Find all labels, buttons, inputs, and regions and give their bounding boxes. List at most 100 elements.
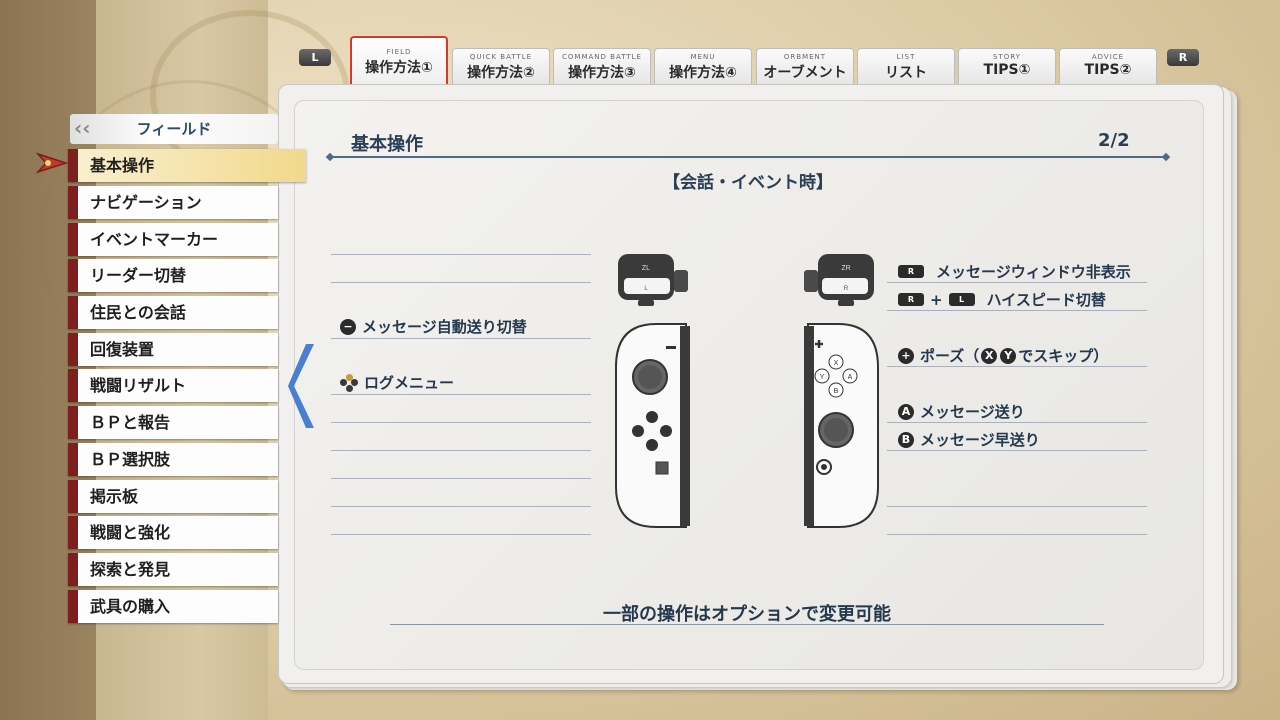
tab-label: 操作方法③ — [568, 65, 636, 81]
control-label: ポーズ（ — [920, 347, 980, 365]
row-divider — [331, 478, 591, 479]
tab-list[interactable]: LIST リスト — [857, 48, 955, 88]
tab-sub-label: ADVICE — [1091, 53, 1125, 61]
control-label: メッセージ早送り — [920, 431, 1040, 449]
control-label: メッセージ自動送り切替 — [362, 318, 527, 336]
r-button-icon: R — [898, 265, 924, 278]
control-row-r-l: R + L ハイスピード切替 — [898, 289, 1106, 310]
r-label: R — [844, 286, 849, 292]
right-joycon-icon: X Y A B — [804, 323, 879, 528]
left-joycon-icon — [615, 323, 690, 528]
a-button-icon: A — [898, 403, 914, 420]
sidebar-item-bp-report[interactable]: ＢＰと報告 — [68, 406, 278, 439]
tab-sub-label: ORBMENT — [783, 53, 827, 61]
row-divider — [887, 282, 1147, 283]
row-divider — [331, 422, 591, 423]
row-divider — [887, 506, 1147, 507]
tab-story[interactable]: STORY TIPS① — [958, 48, 1056, 88]
l-button-icon: L — [948, 293, 975, 306]
y-label: Y — [820, 374, 825, 381]
tab-label: 操作方法① — [365, 60, 433, 76]
row-divider — [331, 506, 591, 507]
sidebar-item-battle-result[interactable]: 戦闘リザルト — [68, 369, 278, 402]
control-row-b: B メッセージ早送り — [898, 429, 1040, 450]
tab-command-battle[interactable]: COMMAND BATTLE 操作方法③ — [553, 48, 651, 88]
sidebar-item-resident-talk[interactable]: 住民との会話 — [68, 296, 278, 329]
sidebar-item-event-marker[interactable]: イベントマーカー — [68, 223, 278, 256]
tab-advice[interactable]: ADVICE TIPS② — [1059, 48, 1157, 88]
zr-label: ZR — [841, 265, 850, 272]
tab-quick-battle[interactable]: QUICK BATTLE 操作方法② — [452, 48, 550, 88]
tab-label: オーブメント — [763, 65, 847, 81]
control-row-plus: + ポーズ（ X Y でスキップ） — [898, 345, 1108, 366]
row-divider — [887, 534, 1147, 535]
tab-label: TIPS① — [983, 62, 1031, 78]
plus-joiner: + — [930, 290, 943, 309]
row-divider — [331, 338, 591, 339]
row-divider — [887, 422, 1147, 423]
tab-sub-label: MENU — [690, 53, 716, 61]
row-divider — [331, 450, 591, 451]
tab-sub-label: STORY — [993, 53, 1021, 61]
row-divider — [331, 282, 591, 283]
sidebar-item-leader-switch[interactable]: リーダー切替 — [68, 259, 278, 292]
control-row-minus: − メッセージ自動送り切替 — [340, 316, 527, 337]
y-button-icon: Y — [1000, 347, 1017, 364]
tab-sub-label: LIST — [896, 53, 916, 61]
a-label: A — [848, 374, 853, 381]
tab-label: 操作方法② — [467, 65, 535, 81]
tab-sub-label: QUICK BATTLE — [469, 53, 533, 61]
row-divider — [331, 394, 591, 395]
page-back-chevron-icon[interactable] — [288, 342, 316, 430]
page-title: 基本操作 — [351, 134, 423, 155]
tab-label: 操作方法④ — [669, 65, 737, 81]
row-divider — [331, 254, 591, 255]
footer-divider — [390, 624, 1104, 625]
control-label: メッセージ送り — [920, 403, 1025, 421]
sidebar-header: フィールド — [70, 114, 278, 144]
sidebar-item-bulletin-board[interactable]: 掲示板 — [68, 480, 278, 513]
r-shoulder-button[interactable]: R — [1167, 49, 1199, 66]
plus-button-icon: + — [898, 347, 914, 364]
title-divider — [330, 156, 1166, 158]
dpad-icon — [340, 373, 358, 392]
control-label: ハイスピード切替 — [986, 291, 1106, 309]
x-button-icon: X — [981, 347, 998, 364]
right-joycon-shoulder-icon: ZR R — [804, 254, 874, 306]
selection-cursor-icon — [36, 152, 68, 174]
control-row-a: A メッセージ送り — [898, 401, 1025, 422]
footer-note: 一部の操作はオプションで変更可能 — [603, 604, 891, 625]
tab-menu[interactable]: MENU 操作方法④ — [654, 48, 752, 88]
control-label: ログメニュー — [364, 374, 455, 392]
row-divider — [887, 450, 1147, 451]
r-button-icon: R — [898, 293, 924, 306]
page-number: 2/2 — [1098, 130, 1130, 151]
sidebar-item-buy-gear[interactable]: 武具の購入 — [68, 590, 278, 623]
sidebar-item-basic-controls[interactable]: 基本操作 — [68, 149, 306, 182]
sidebar-item-navigation[interactable]: ナビゲーション — [68, 186, 278, 219]
row-divider — [887, 310, 1147, 311]
zl-label: ZL — [642, 265, 650, 272]
b-button-icon: B — [898, 431, 914, 448]
tab-label: TIPS② — [1084, 62, 1132, 78]
control-row-dpad: ログメニュー — [340, 372, 454, 393]
chevron-left-icon: ‹‹ — [74, 116, 91, 140]
tab-sub-label: COMMAND BATTLE — [562, 53, 642, 61]
b-label: B — [834, 388, 839, 395]
sidebar-item-explore-discover[interactable]: 探索と発見 — [68, 553, 278, 586]
tab-label: リスト — [885, 65, 927, 81]
tab-sub-label: FIELD — [386, 48, 412, 56]
tab-field[interactable]: FIELD 操作方法① — [350, 36, 448, 86]
left-joycon-shoulder-icon: ZL L — [618, 254, 688, 306]
control-label-suffix: でスキップ） — [1018, 347, 1109, 365]
row-divider — [887, 366, 1147, 367]
sidebar-item-battle-upgrade[interactable]: 戦闘と強化 — [68, 516, 278, 549]
minus-button-icon: − — [340, 318, 356, 335]
sidebar-item-bp-choices[interactable]: ＢＰ選択肢 — [68, 443, 278, 476]
tab-orbment[interactable]: ORBMENT オーブメント — [756, 48, 854, 88]
l-shoulder-button[interactable]: L — [299, 49, 331, 66]
sidebar-item-recovery-device[interactable]: 回復装置 — [68, 333, 278, 366]
row-divider — [331, 534, 591, 535]
x-label: X — [834, 360, 839, 367]
control-row-r: R メッセージウィンドウ非表示 — [898, 261, 1131, 282]
